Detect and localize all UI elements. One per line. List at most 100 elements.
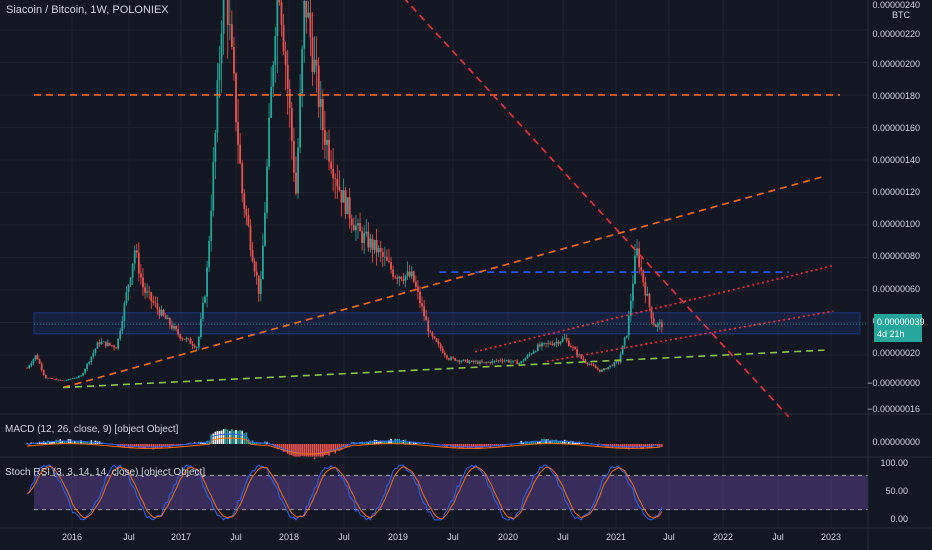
candle-body bbox=[596, 368, 599, 370]
candle-body bbox=[404, 275, 407, 281]
candle-body bbox=[570, 346, 572, 348]
candle-body bbox=[34, 355, 37, 360]
candle-body bbox=[392, 269, 395, 277]
candle-body bbox=[84, 368, 86, 374]
price-axis-label: 0.00000080 bbox=[872, 251, 920, 261]
candle-body bbox=[361, 231, 364, 243]
macd-bar bbox=[224, 428, 227, 444]
candle-body bbox=[259, 279, 262, 294]
candle-body bbox=[472, 360, 475, 363]
candle-body bbox=[319, 99, 322, 107]
candle-body bbox=[489, 362, 492, 364]
candle-body bbox=[264, 212, 266, 246]
candle-body bbox=[26, 368, 29, 369]
candle-body bbox=[334, 178, 337, 180]
price-axis-label: 0.00000200 bbox=[872, 59, 920, 69]
macd-bar bbox=[218, 430, 221, 444]
candle-body bbox=[305, 0, 308, 18]
candle-body bbox=[510, 361, 512, 363]
macd-bar bbox=[293, 444, 295, 457]
macd-bar bbox=[233, 430, 235, 444]
candle-body bbox=[210, 210, 213, 241]
time-axis-label: Jul bbox=[447, 532, 459, 542]
candle-body bbox=[386, 256, 388, 261]
range-zone bbox=[33, 312, 861, 335]
candle-body bbox=[539, 344, 541, 347]
candle-body bbox=[278, 0, 281, 3]
candle-body bbox=[338, 186, 341, 190]
macd-bar bbox=[322, 444, 324, 458]
candle-body bbox=[530, 353, 533, 355]
candle-body bbox=[239, 144, 242, 164]
candle-body bbox=[51, 378, 53, 379]
candle-body bbox=[61, 380, 64, 381]
candle-body bbox=[218, 63, 221, 81]
candle-body bbox=[574, 347, 576, 350]
candle-body bbox=[303, 0, 306, 49]
macd-bar bbox=[466, 444, 469, 449]
candle-body bbox=[313, 59, 316, 72]
time-axis-label: Jul bbox=[663, 532, 675, 542]
stoch-axis-label: 0.00 bbox=[890, 514, 908, 524]
candle-body bbox=[117, 338, 120, 349]
macd-bar bbox=[245, 432, 248, 444]
axis-top-label: 0.00000240 bbox=[872, 0, 920, 10]
candle-body bbox=[414, 281, 417, 287]
candle-body bbox=[121, 321, 124, 331]
candle-body bbox=[111, 345, 113, 346]
candle-body bbox=[195, 347, 198, 348]
time-axis-label: 2021 bbox=[605, 532, 627, 542]
macd-bar bbox=[654, 444, 657, 446]
candle-body bbox=[373, 239, 376, 250]
candle-body bbox=[567, 340, 570, 347]
candle-body bbox=[204, 296, 206, 303]
macd-bar bbox=[125, 444, 128, 446]
candle-body bbox=[417, 286, 419, 292]
candle-body bbox=[388, 260, 390, 263]
macd-bar bbox=[601, 444, 603, 445]
candle-body bbox=[280, 2, 283, 25]
candle-body bbox=[644, 282, 647, 296]
candle-body bbox=[247, 215, 250, 227]
macd-bar bbox=[156, 444, 159, 449]
candle-body bbox=[377, 247, 380, 253]
candle-body bbox=[586, 362, 589, 365]
candle-body bbox=[553, 343, 556, 346]
candle-body bbox=[127, 284, 130, 292]
candle-body bbox=[57, 379, 60, 381]
macd-bar bbox=[334, 444, 337, 454]
candle-body bbox=[158, 309, 161, 316]
macd-bar bbox=[317, 444, 320, 457]
macd-bar bbox=[243, 433, 246, 444]
candle-body bbox=[251, 250, 254, 262]
candle-body bbox=[476, 361, 479, 364]
macd-bar bbox=[222, 429, 225, 444]
macd-bar bbox=[255, 442, 258, 444]
candle-body bbox=[400, 276, 403, 280]
candle-body bbox=[352, 225, 355, 231]
candle-body bbox=[257, 275, 260, 294]
candle-body bbox=[104, 341, 107, 347]
candle-body bbox=[82, 373, 84, 376]
macd-bar bbox=[241, 430, 244, 444]
last-price-countdown: 4d 21h bbox=[877, 329, 905, 339]
last-price-badge: 0.00000039 4d 21h bbox=[874, 314, 925, 342]
candle-body bbox=[443, 353, 446, 356]
candle-body bbox=[69, 378, 72, 380]
candle-body bbox=[220, 34, 223, 64]
candle-body bbox=[454, 358, 457, 361]
macd-bar bbox=[214, 431, 217, 444]
macd-bar bbox=[563, 439, 566, 444]
candle-body bbox=[177, 329, 180, 335]
candle-body bbox=[632, 283, 634, 301]
macd-bar bbox=[297, 444, 299, 458]
candle-body bbox=[301, 48, 304, 93]
candle-body bbox=[412, 271, 415, 282]
candle-body bbox=[621, 345, 624, 355]
candle-body bbox=[636, 248, 638, 256]
candle-body bbox=[290, 108, 293, 142]
candle-body bbox=[73, 378, 76, 379]
candle-body bbox=[185, 338, 188, 340]
candle-body bbox=[38, 359, 41, 364]
candle-body bbox=[154, 302, 157, 304]
